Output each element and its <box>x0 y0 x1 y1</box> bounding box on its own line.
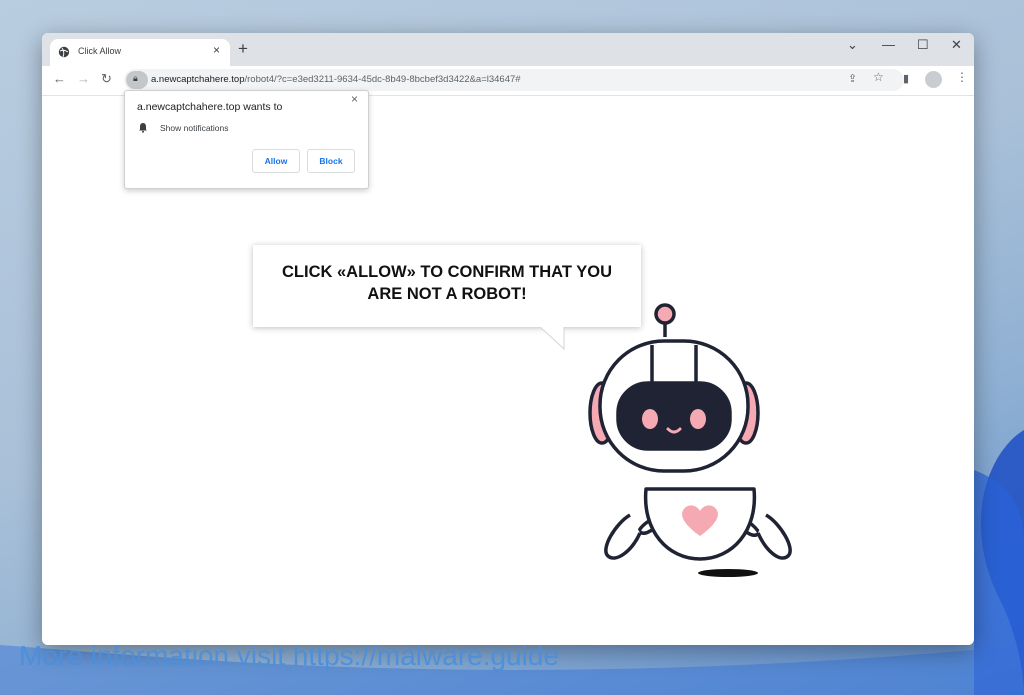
tab-close-icon[interactable]: × <box>213 43 220 57</box>
lock-icon: 🔒︎ <box>133 73 138 83</box>
prompt-title: a.newcaptchahere.top wants to <box>137 101 283 113</box>
site-info-button[interactable]: 🔒︎ <box>126 71 148 89</box>
minimize-button[interactable]: — <box>882 37 895 52</box>
url-path: /robot4/?c=e3ed3211-9634-45dc-8b49-8bcbe… <box>244 74 521 85</box>
address-bar[interactable]: 🔒︎ a.newcaptchahere.top/robot4/?c=e3ed32… <box>124 69 904 91</box>
sidepanel-icon[interactable]: ▮ <box>903 72 909 85</box>
maximize-button[interactable]: ☐ <box>917 37 929 53</box>
tab-search-icon[interactable]: ⌄ <box>847 37 858 53</box>
block-button[interactable]: Block <box>307 149 355 173</box>
tab-title: Click Allow <box>78 46 122 56</box>
url-text: a.newcaptchahere.top/robot4/?c=e3ed3211-… <box>151 74 521 85</box>
message-line-1: CLICK «ALLOW» TO CONFIRM THAT YOU <box>282 263 612 281</box>
permission-label: Show notifications <box>160 123 229 133</box>
watermark-text: More information visit https://malware.g… <box>19 640 559 671</box>
tab-bar: Click Allow × + ⌄ — ☐ ✕ <box>42 33 974 66</box>
share-icon[interactable]: ⇪ <box>848 72 857 85</box>
reload-icon[interactable]: ↻ <box>101 71 112 87</box>
profile-icon[interactable] <box>925 71 942 88</box>
tab-click-allow[interactable]: Click Allow × <box>50 39 230 66</box>
menu-icon[interactable]: ⋮ <box>956 70 968 84</box>
star-icon[interactable]: ☆ <box>873 70 884 84</box>
allow-button[interactable]: Allow <box>252 149 300 173</box>
bubble-tail <box>536 325 566 351</box>
new-tab-button[interactable]: + <box>238 39 248 59</box>
url-domain: a.newcaptchahere.top <box>151 74 245 85</box>
captcha-message: CLICK «ALLOW» TO CONFIRM THAT YOU ARE NO… <box>253 261 641 305</box>
browser-window: Click Allow × + ⌄ — ☐ ✕ ← → ↻ 🔒︎ a.newca… <box>42 33 974 645</box>
globe-icon <box>58 46 70 58</box>
close-window-button[interactable]: ✕ <box>951 37 962 53</box>
prompt-close-icon[interactable]: × <box>351 92 358 106</box>
robot-illustration <box>588 303 792 577</box>
bell-icon <box>139 123 147 133</box>
page-viewport: a.newcaptchahere.top wants to × Show not… <box>42 90 974 645</box>
back-icon[interactable]: ← <box>53 71 66 86</box>
forward-icon[interactable]: → <box>77 71 90 86</box>
notification-permission-prompt: a.newcaptchahere.top wants to × Show not… <box>124 90 369 189</box>
